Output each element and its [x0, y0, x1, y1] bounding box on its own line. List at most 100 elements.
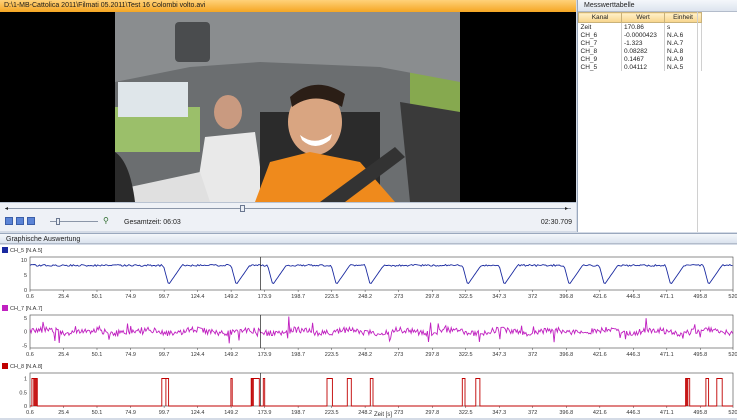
- col-einheit: Einheit: [664, 12, 702, 23]
- cell-wert: -1.323: [621, 39, 665, 47]
- video-frame[interactable]: [0, 12, 576, 202]
- cell-einheit: N.A.7: [664, 39, 702, 47]
- x-tick-label: 372: [528, 352, 537, 358]
- x-tick-label: 421.6: [593, 352, 607, 358]
- x-tick-label: 124.4: [191, 294, 205, 300]
- volume-slider[interactable]: [50, 218, 98, 225]
- series-line: [30, 378, 733, 407]
- x-tick-label: 248.2: [358, 352, 372, 358]
- series-line: [29, 263, 733, 284]
- slider-left-arrow[interactable]: ◂: [5, 205, 8, 212]
- x-tick-label: 74.9: [125, 410, 136, 416]
- x-tick-label: 297.8: [425, 410, 439, 416]
- x-tick-label: 223.5: [325, 294, 339, 300]
- x-tick-label: 173.9: [258, 410, 272, 416]
- x-tick-label: 0.6: [26, 352, 34, 358]
- col-kanal: Kanal: [578, 12, 622, 23]
- table-row[interactable]: CH_7 -1.323 N.A.7: [578, 39, 702, 47]
- table-row[interactable]: CH_5 0.04112 N.A.5: [578, 63, 702, 71]
- messwert-panel: Messwerttabelle Kanal Wert Einheit Zeit 1…: [577, 0, 737, 232]
- legend-swatch: [2, 305, 8, 311]
- cell-kanal: Zeit: [578, 22, 622, 31]
- cell-einheit: N.A.9: [664, 55, 702, 63]
- x-axis-label: Zeit [s]: [374, 412, 392, 418]
- video-image: [0, 12, 576, 202]
- x-tick-label: 446.3: [626, 294, 640, 300]
- x-tick-label: 372: [528, 410, 537, 416]
- total-time-label: Gesamtzeit: 06:03: [124, 219, 181, 226]
- stop-icon[interactable]: [16, 217, 24, 225]
- x-tick-label: 297.8: [425, 352, 439, 358]
- x-tick-label: 149.2: [224, 352, 238, 358]
- x-tick-label: 50.1: [92, 294, 103, 300]
- plot-panel: CH_7 [N.A.7] -5 0 5 0.6 25.4 50.1 74.9 99.7 124.4…: [2, 305, 737, 358]
- x-tick-label: 322.5: [459, 410, 473, 416]
- plot-panel: CH_5 [N.A.5]05100.6 25.4 50.1 74.9 99.7 124.4…: [2, 247, 737, 300]
- x-tick-label: 347.3: [492, 352, 506, 358]
- slider-thumb[interactable]: [239, 205, 245, 212]
- y-tick-label: 1: [24, 377, 27, 383]
- x-tick-label: 396.8: [559, 410, 573, 416]
- legend-swatch: [2, 247, 8, 253]
- x-tick-label: 74.9: [125, 294, 136, 300]
- slider-right-arrow[interactable]: ▸: [565, 205, 568, 212]
- table-row[interactable]: CH_9 0.1467 N.A.9: [578, 55, 702, 63]
- table-row[interactable]: Zeit 170.86 s: [578, 22, 702, 31]
- table-row[interactable]: CH_6 -0.0000423 N.A.6: [578, 31, 702, 39]
- x-tick-label: 520: [728, 294, 737, 300]
- x-tick-label: 0.6: [26, 410, 34, 416]
- volume-thumb[interactable]: [56, 218, 60, 225]
- plot-frame: [29, 256, 734, 291]
- x-tick-label: 25.4: [58, 352, 69, 358]
- cell-einheit: N.A.8: [664, 47, 702, 55]
- graph-area: CH_5 [N.A.5] 0 5 10 0.6 25.4 50.1 74.9 99.7 124.4…: [0, 245, 737, 418]
- step-forward-icon[interactable]: [27, 217, 35, 225]
- x-tick-label: 124.4: [191, 410, 205, 416]
- marker-icon[interactable]: ⚲: [103, 216, 109, 225]
- x-tick-label: 520: [728, 352, 737, 358]
- x-tick-label: 248.2: [358, 294, 372, 300]
- plot-panel: CH_8 [N.A.8]00.510.6 25.4 50.1 74.9 99.7 124.…: [2, 363, 737, 416]
- x-tick-label: 297.8: [425, 294, 439, 300]
- x-tick-label: 471.1: [660, 352, 674, 358]
- cell-einheit: N.A.5: [664, 63, 702, 71]
- x-tick-label: 198.7: [291, 294, 305, 300]
- x-tick-label: 421.6: [593, 294, 607, 300]
- x-tick-label: 223.5: [325, 352, 339, 358]
- x-tick-label: 74.9: [125, 352, 136, 358]
- col-wert: Wert: [621, 12, 665, 23]
- y-tick-label: 5: [24, 273, 27, 279]
- pause-icon[interactable]: [5, 217, 13, 225]
- series-label: CH_8 [N.A.8]: [10, 364, 43, 370]
- cell-kanal: CH_9: [578, 55, 622, 63]
- pulse-fill: [33, 378, 38, 406]
- y-tick-label: 0: [24, 330, 27, 336]
- x-tick-label: 198.7: [291, 352, 305, 358]
- messwert-table: Kanal Wert Einheit Zeit 170.86 s CH_6 -0.000…: [578, 12, 702, 71]
- position-slider[interactable]: ◂ ▸: [5, 205, 571, 212]
- x-tick-label: 372: [528, 294, 537, 300]
- x-tick-label: 273: [394, 294, 403, 300]
- plots-svg: CH_5 [N.A.5] 0 5 10 0.6 25.4 50.1 74.9 99.7 124.4…: [2, 247, 737, 418]
- x-tick-label: 50.1: [92, 410, 103, 416]
- x-tick-label: 149.2: [224, 294, 238, 300]
- x-tick-label: 198.7: [291, 410, 305, 416]
- cell-wert: 0.08282: [621, 47, 665, 55]
- x-tick-label: 99.7: [159, 294, 170, 300]
- y-tick-label: 10: [21, 258, 27, 264]
- x-tick-label: 0.6: [26, 294, 34, 300]
- y-tick-label: 0.5: [19, 390, 27, 396]
- x-tick-label: 396.8: [559, 352, 573, 358]
- x-tick-label: 99.7: [159, 352, 170, 358]
- x-tick-label: 273: [394, 410, 403, 416]
- x-tick-label: 322.5: [459, 352, 473, 358]
- cell-kanal: CH_7: [578, 39, 622, 47]
- series-label: CH_5 [N.A.5]: [10, 248, 43, 254]
- table-row[interactable]: CH_8 0.08282 N.A.8: [578, 47, 702, 55]
- x-tick-label: 396.8: [559, 294, 573, 300]
- messwert-title: Messwerttabelle: [578, 0, 737, 12]
- plot-frame: [29, 372, 734, 407]
- current-time: 02:30.709: [540, 219, 572, 226]
- x-tick-label: 25.4: [58, 410, 69, 416]
- x-tick-label: 495.8: [693, 352, 707, 358]
